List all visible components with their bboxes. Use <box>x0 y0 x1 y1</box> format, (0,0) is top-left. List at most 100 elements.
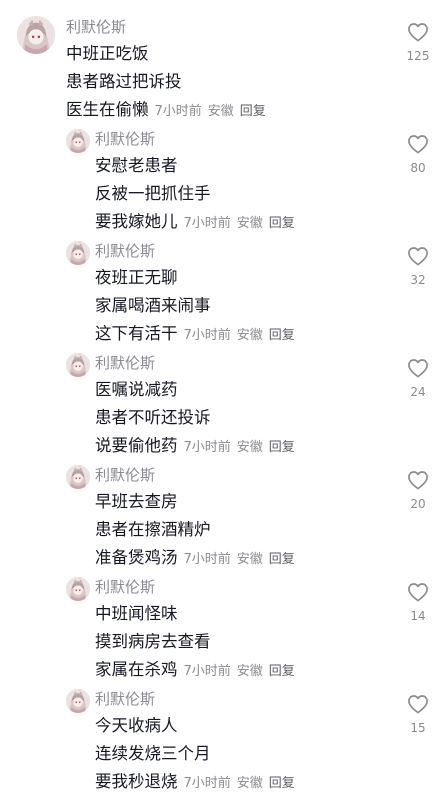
comment-text-line: 中班闻怪味 <box>95 603 178 625</box>
like-count: 80 <box>410 161 426 175</box>
comment-username[interactable]: 利默伦斯 <box>95 464 155 485</box>
comment-text: 患者在擦酒精炉 <box>95 520 211 539</box>
comment-location: 安徽 <box>236 216 263 231</box>
like-button[interactable]: 80 <box>406 134 430 175</box>
like-button[interactable]: 32 <box>406 246 430 287</box>
comment-time: 7小时前 <box>154 104 202 119</box>
heart-icon[interactable] <box>406 694 430 714</box>
comment-text: 中班正吃饭 <box>66 44 149 63</box>
heart-icon[interactable] <box>406 358 430 378</box>
comment-text: 患者路过把诉投 <box>66 72 182 91</box>
reply-button[interactable]: 回复 <box>269 664 295 679</box>
comment-meta: 7小时前 安徽 回复 <box>155 104 272 119</box>
comment-meta: 7小时前 安徽 回复 <box>184 552 301 567</box>
avatar-icon[interactable] <box>17 16 55 54</box>
comment-meta: 7小时前 安徽 回复 <box>184 440 301 455</box>
avatar-icon[interactable] <box>66 689 90 713</box>
comment-time: 7小时前 <box>183 776 231 791</box>
heart-icon[interactable] <box>406 470 430 490</box>
avatar-icon[interactable] <box>66 577 90 601</box>
comment-text-line: 患者在擦酒精炉 <box>95 519 211 541</box>
comment-text: 患者不听还投诉 <box>95 408 211 427</box>
comment-text: 医生在偷懒 <box>66 100 149 119</box>
comment-text-line: 连续发烧三个月 <box>95 743 211 765</box>
avatar-icon[interactable] <box>66 353 90 377</box>
comment-location: 安徽 <box>236 776 263 791</box>
comment-text: 家属喝酒来闹事 <box>95 296 211 315</box>
comment-location: 安徽 <box>236 440 263 455</box>
comment-text-line: 摸到病房去查看 <box>95 631 211 653</box>
comment-text-line: 今天收病人 <box>95 715 178 737</box>
comment-text-line: 要我秒退烧 7小时前 安徽 回复 <box>95 771 301 795</box>
comment-time: 7小时前 <box>183 664 231 679</box>
comment-text-line: 中班正吃饭 <box>66 43 149 65</box>
reply-button[interactable]: 回复 <box>269 328 295 343</box>
comment-text-line: 安慰老患者 <box>95 155 178 177</box>
like-button[interactable]: 14 <box>406 582 430 623</box>
comment-text: 要我嫁她儿 <box>95 212 178 231</box>
comment-location: 安徽 <box>207 104 234 119</box>
avatar-icon[interactable] <box>66 465 90 489</box>
like-count: 20 <box>410 497 426 511</box>
comment-text-line: 反被一把抓住手 <box>95 183 211 205</box>
comment-text: 医嘱说减药 <box>95 380 178 399</box>
comment-text-line: 这下有活干 7小时前 安徽 回复 <box>95 323 301 347</box>
avatar-icon[interactable] <box>66 129 90 153</box>
comment-username[interactable]: 利默伦斯 <box>95 240 155 261</box>
comment-text-line: 说要偷他药 7小时前 安徽 回复 <box>95 435 301 459</box>
reply-button[interactable]: 回复 <box>269 216 295 231</box>
heart-icon[interactable] <box>406 246 430 266</box>
comment-text-line: 夜班正无聊 <box>95 267 178 289</box>
heart-icon[interactable] <box>406 22 430 42</box>
comment-location: 安徽 <box>236 664 263 679</box>
reply-button[interactable]: 回复 <box>269 440 295 455</box>
comment-text: 中班闻怪味 <box>95 604 178 623</box>
comment-text-line: 家属在杀鸡 7小时前 安徽 回复 <box>95 659 301 683</box>
comment-username[interactable]: 利默伦斯 <box>95 576 155 597</box>
avatar-icon[interactable] <box>66 241 90 265</box>
comment-username[interactable]: 利默伦斯 <box>95 128 155 149</box>
comment-text: 这下有活干 <box>95 324 178 343</box>
comment-text: 摸到病房去查看 <box>95 632 211 651</box>
comment-location: 安徽 <box>236 552 263 567</box>
like-button[interactable]: 15 <box>406 694 430 735</box>
comment-meta: 7小时前 安徽 回复 <box>184 216 301 231</box>
comment-text: 家属在杀鸡 <box>95 660 178 679</box>
comment-text-line: 医生在偷懒 7小时前 安徽 回复 <box>66 99 272 123</box>
like-count: 32 <box>410 273 426 287</box>
comment-time: 7小时前 <box>183 216 231 231</box>
comment-location: 安徽 <box>236 328 263 343</box>
comment-text: 安慰老患者 <box>95 156 178 175</box>
reply-button[interactable]: 回复 <box>240 104 266 119</box>
comment-time: 7小时前 <box>183 440 231 455</box>
reply-button[interactable]: 回复 <box>269 776 295 791</box>
comment-text-line: 要我嫁她儿 7小时前 安徽 回复 <box>95 211 301 235</box>
like-button[interactable]: 125 <box>406 22 430 63</box>
heart-icon[interactable] <box>406 582 430 602</box>
reply-button[interactable]: 回复 <box>269 552 295 567</box>
comment-text: 反被一把抓住手 <box>95 184 211 203</box>
comment-text: 说要偷他药 <box>95 436 178 455</box>
like-button[interactable]: 24 <box>406 358 430 399</box>
like-count: 15 <box>410 721 426 735</box>
like-count: 14 <box>410 609 426 623</box>
comment-time: 7小时前 <box>183 328 231 343</box>
comment-meta: 7小时前 安徽 回复 <box>184 328 301 343</box>
comment-text: 准备煲鸡汤 <box>95 548 178 567</box>
comment-text: 夜班正无聊 <box>95 268 178 287</box>
comment-text: 今天收病人 <box>95 716 178 735</box>
comment-text-line: 患者不听还投诉 <box>95 407 211 429</box>
comment-time: 7小时前 <box>183 552 231 567</box>
comment-username[interactable]: 利默伦斯 <box>95 352 155 373</box>
comment-text-line: 患者路过把诉投 <box>66 71 182 93</box>
comment-text-line: 家属喝酒来闹事 <box>95 295 211 317</box>
comment-username[interactable]: 利默伦斯 <box>95 688 155 709</box>
comment-username[interactable]: 利默伦斯 <box>66 16 126 37</box>
comment-meta: 7小时前 安徽 回复 <box>184 664 301 679</box>
comment-text-line: 准备煲鸡汤 7小时前 安徽 回复 <box>95 547 301 571</box>
heart-icon[interactable] <box>406 134 430 154</box>
like-count: 125 <box>406 49 430 63</box>
comment-text-line: 早班去查房 <box>95 491 178 513</box>
comment-meta: 7小时前 安徽 回复 <box>184 776 301 791</box>
like-button[interactable]: 20 <box>406 470 430 511</box>
